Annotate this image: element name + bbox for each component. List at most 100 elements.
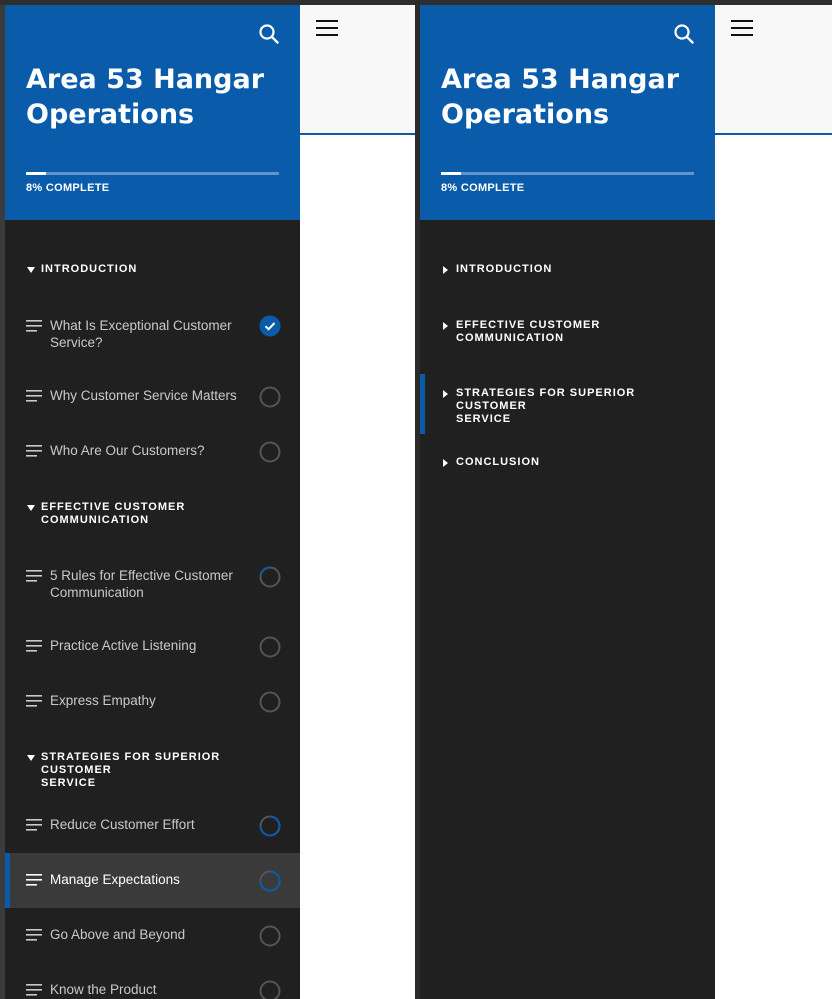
lesson-label: Express Empathy: [50, 692, 250, 709]
lesson-lines-icon: [26, 929, 42, 941]
hamburger-menu-icon[interactable]: [731, 19, 753, 37]
partial-circle-icon: [259, 566, 281, 588]
lesson-item[interactable]: Who Are Our Customers?: [5, 424, 300, 479]
lesson-lines-icon: [26, 320, 42, 332]
lesson-item[interactable]: Reduce Customer Effort: [5, 798, 300, 853]
lesson-label: Who Are Our Customers?: [50, 442, 250, 459]
caret-right-icon: [443, 459, 448, 467]
section-title-line-1: STRATEGIES FOR SUPERIOR CUSTOMER: [41, 751, 221, 776]
course-view-collapsed: Area 53 Hangar Operations 8% COMPLETE IN…: [420, 5, 832, 999]
lesson-label-line-1: Who Are Our Customers?: [50, 443, 205, 458]
course-title-line-1: Area 53 Hangar: [26, 64, 265, 95]
course-sidebar: Area 53 Hangar Operations 8% COMPLETE IN…: [5, 5, 300, 999]
course-title: Area 53 Hangar Operations: [441, 62, 691, 132]
progress-label: 8% COMPLETE: [26, 182, 110, 194]
section-effective-customer-communication[interactable]: EFFECTIVE CUSTOMER COMMUNICATION: [26, 501, 281, 527]
empty-circle-icon: [259, 441, 281, 463]
lesson-item[interactable]: Practice Active Listening: [5, 619, 300, 674]
lesson-item-active[interactable]: Manage Expectations: [5, 853, 300, 908]
empty-circle-icon: [259, 386, 281, 408]
lesson-item[interactable]: Why Customer Service Matters: [5, 369, 300, 424]
lesson-lines-icon: [26, 640, 42, 652]
caret-right-icon: [443, 322, 448, 330]
partial-circle-icon: [259, 870, 281, 892]
progress-label: 8% COMPLETE: [441, 182, 525, 194]
section-title-line-2: COMMUNICATION: [456, 332, 565, 344]
section-title-line-1: INTRODUCTION: [456, 263, 553, 275]
lesson-label-line-1: Go Above and Beyond: [50, 927, 186, 942]
empty-circle-icon: [259, 980, 281, 999]
lesson-label-line-1: What Is Exceptional Customer: [50, 318, 232, 333]
course-view-expanded: Area 53 Hangar Operations 8% COMPLETE IN…: [5, 5, 415, 999]
lesson-label: Manage Expectations: [50, 871, 250, 888]
lesson-lines-icon: [26, 819, 42, 831]
section-strategies-for-superior-customer-service[interactable]: STRATEGIES FOR SUPERIOR CUSTOMER SERVICE: [26, 751, 281, 790]
active-section-marker: [420, 374, 425, 434]
caret-right-icon: [443, 390, 448, 398]
lesson-lines-icon: [26, 874, 42, 886]
section-title-line-2: COMMUNICATION: [41, 514, 150, 526]
lesson-label-line-1: Practice Active Listening: [50, 638, 197, 653]
caret-down-icon: [27, 505, 35, 511]
lesson-lines-icon: [26, 390, 42, 402]
section-introduction[interactable]: INTRODUCTION: [26, 263, 281, 276]
section-title-line-1: EFFECTIVE CUSTOMER: [456, 319, 601, 331]
course-title: Area 53 Hangar Operations: [26, 62, 276, 132]
caret-right-icon: [443, 266, 448, 274]
course-header: Area 53 Hangar Operations 8% COMPLETE: [420, 5, 715, 220]
content-topbar: [300, 5, 415, 135]
lesson-item[interactable]: 5 Rules for Effective Customer Communica…: [5, 549, 300, 604]
lesson-label-line-1: Why Customer Service Matters: [50, 388, 237, 403]
section-effective-customer-communication[interactable]: EFFECTIVE CUSTOMER COMMUNICATION: [441, 319, 696, 345]
partial-circle-icon: [259, 815, 281, 837]
search-icon[interactable]: [673, 23, 695, 45]
progress-bar-fill: [26, 172, 47, 175]
lesson-label: Practice Active Listening: [50, 637, 250, 654]
lesson-label-line-1: Manage Expectations: [50, 872, 180, 887]
screenshot-stage: Area 53 Hangar Operations 8% COMPLETE IN…: [0, 0, 832, 999]
hamburger-menu-icon[interactable]: [316, 19, 338, 37]
course-title-line-1: Area 53 Hangar: [441, 64, 680, 95]
progress-bar: [26, 172, 279, 175]
lesson-lines-icon: [26, 695, 42, 707]
lesson-lines-icon: [26, 570, 42, 582]
section-title-line-1: EFFECTIVE CUSTOMER: [41, 501, 186, 513]
caret-down-icon: [27, 755, 35, 761]
section-title-line-1: INTRODUCTION: [41, 263, 138, 275]
lesson-item[interactable]: Express Empathy: [5, 674, 300, 729]
empty-circle-icon: [259, 925, 281, 947]
section-title-line-2: SERVICE: [456, 413, 512, 425]
course-title-line-2: Operations: [441, 99, 610, 130]
caret-down-icon: [27, 267, 35, 273]
lesson-label-line-1: Reduce Customer Effort: [50, 817, 195, 832]
lesson-label-line-1: 5 Rules for Effective Customer: [50, 568, 233, 583]
empty-circle-icon: [259, 691, 281, 713]
lesson-label-line-2: Service?: [50, 335, 103, 350]
progress-bar: [441, 172, 694, 175]
section-conclusion[interactable]: CONCLUSION: [441, 456, 696, 469]
lesson-label-line-1: Express Empathy: [50, 693, 156, 708]
course-sidebar: Area 53 Hangar Operations 8% COMPLETE IN…: [420, 5, 715, 999]
course-header: Area 53 Hangar Operations 8% COMPLETE: [5, 5, 300, 220]
lesson-item[interactable]: Know the Product: [5, 963, 300, 999]
section-title-line-2: SERVICE: [41, 777, 97, 789]
lesson-label-line-2: Communication: [50, 585, 144, 600]
lesson-label: Reduce Customer Effort: [50, 816, 250, 833]
check-circle-icon: [259, 315, 281, 337]
content-topbar: [715, 5, 832, 135]
lesson-label: 5 Rules for Effective Customer Communica…: [50, 567, 250, 601]
section-strategies-for-superior-customer-service[interactable]: STRATEGIES FOR SUPERIOR CUSTOMER SERVICE: [441, 387, 696, 426]
lesson-label: Why Customer Service Matters: [50, 387, 250, 404]
search-icon[interactable]: [258, 23, 280, 45]
empty-circle-icon: [259, 636, 281, 658]
section-introduction[interactable]: INTRODUCTION: [441, 263, 696, 276]
lesson-label-line-1: Know the Product: [50, 982, 157, 997]
progress-bar-fill: [441, 172, 462, 175]
lesson-item[interactable]: What Is Exceptional Customer Service?: [5, 299, 300, 354]
lesson-label: Know the Product: [50, 981, 250, 998]
lesson-label: Go Above and Beyond: [50, 926, 250, 943]
section-title-line-1: STRATEGIES FOR SUPERIOR CUSTOMER: [456, 387, 636, 412]
course-title-line-2: Operations: [26, 99, 195, 130]
section-title-line-1: CONCLUSION: [456, 456, 540, 468]
lesson-item[interactable]: Go Above and Beyond: [5, 908, 300, 963]
